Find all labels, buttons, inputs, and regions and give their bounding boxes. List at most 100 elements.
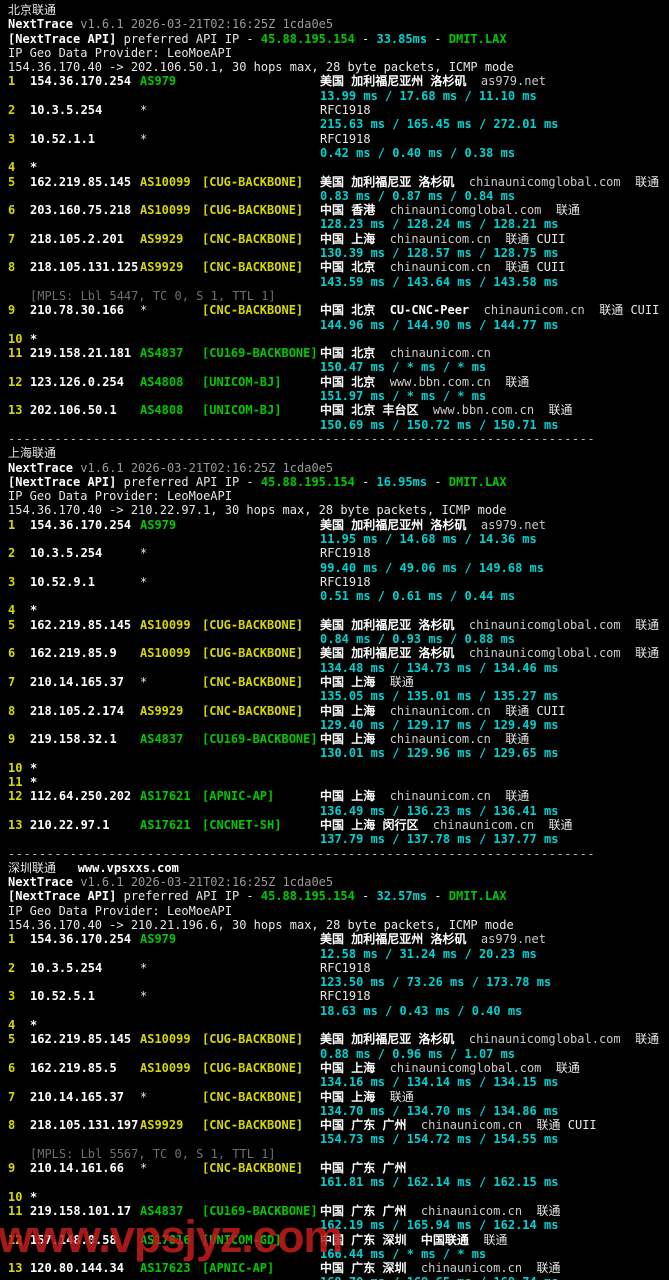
latency-values: 135.05 ms / 135.01 ms / 135.27 ms bbox=[320, 689, 559, 704]
hop-network-tag: [CNC-BACKBONE] bbox=[202, 231, 304, 246]
hop-ip: 162.219.85.5 bbox=[30, 1060, 117, 1075]
hop-latency: 11.95 ms / 14.68 ms / 14.36 ms bbox=[8, 532, 669, 546]
api-ip: 45.88.195.154 bbox=[260, 889, 355, 904]
hop-number: 8 bbox=[8, 260, 16, 275]
hop-latency: 18.63 ms / 0.43 ms / 0.40 ms bbox=[8, 1004, 669, 1018]
hop-row: 8 218.105.131.197 AS9929 [CNC-BACKBONE] 中国 广… bbox=[8, 1118, 669, 1132]
latency-values: 151.97 ms / * ms / * ms bbox=[320, 389, 487, 404]
app-name: NextTrace bbox=[8, 875, 74, 890]
latency-values: 12.58 ms / 31.24 ms / 20.23 ms bbox=[320, 946, 537, 961]
hop-row: 1 154.36.170.254 AS979 美国 加利福尼亚州 洛杉矶 as979.… bbox=[8, 932, 669, 946]
hop-asn: AS10099 bbox=[140, 646, 191, 661]
hop-ip: 10.52.1.1 bbox=[30, 131, 96, 146]
section-title-note: www.vpsxxs.com bbox=[56, 860, 179, 875]
hop-number: 11 bbox=[8, 346, 23, 361]
api-node: DMIT.LAX bbox=[448, 31, 507, 46]
hop-latency: 134.16 ms / 134.14 ms / 134.15 ms bbox=[8, 1075, 669, 1089]
geo-provider-line: IP Geo Data Provider: LeoMoeAPI bbox=[8, 46, 669, 60]
geo-hostname: chinaunicom.cn bbox=[389, 231, 491, 246]
geo-isp: 联通 bbox=[555, 1060, 580, 1075]
hop-asn: AS979 bbox=[140, 517, 177, 532]
hop-row: 12 123.126.0.254 AS4808 [UNICOM-BJ] 中国 北京 ww… bbox=[8, 375, 669, 389]
hop-number: 1 bbox=[8, 74, 16, 89]
mpls-text: [MPLS: Lbl 5447, TC 0, S 1, TTL 1] bbox=[30, 288, 276, 303]
hop-row: 7 218.105.2.201 AS9929 [CNC-BACKBONE] 中国 上海 … bbox=[8, 232, 669, 246]
geo-location: 美国 加利福尼亚 洛杉矶 bbox=[320, 174, 455, 189]
hop-number: 13 bbox=[8, 1261, 23, 1276]
geo-isp: 联通 CUII bbox=[505, 703, 566, 718]
hop-row: 4 * bbox=[8, 603, 669, 617]
hop-ip: * bbox=[30, 760, 38, 775]
geo-isp: RFC1918 bbox=[320, 574, 371, 589]
latency-values: 130.39 ms / 128.57 ms / 128.75 ms bbox=[320, 246, 559, 261]
hop-row: 10 * bbox=[8, 332, 669, 346]
hop-asn: AS9929 bbox=[140, 1118, 184, 1133]
api-label: [NextTrace API] bbox=[8, 474, 117, 489]
api-label: [NextTrace API] bbox=[8, 31, 117, 46]
hop-ip: 210.14.165.37 bbox=[30, 674, 124, 689]
hop-latency: 161.81 ms / 162.14 ms / 162.15 ms bbox=[8, 1175, 669, 1189]
hop-number: 10 bbox=[8, 1189, 23, 1204]
geo-hostname: as979.net bbox=[480, 74, 546, 89]
nexttrace-version-line: NextTrace v1.6.1 2026-03-21T02:16:25Z 1c… bbox=[8, 461, 669, 475]
geo-isp: RFC1918 bbox=[320, 103, 371, 118]
hop-asn: AS979 bbox=[140, 74, 177, 89]
geo-location: CU-CNC-Peer bbox=[389, 303, 470, 318]
hop-row: 6 203.160.75.218 AS10099 [CUG-BACKBONE] 中国 香… bbox=[8, 203, 669, 217]
hop-row: 7 210.14.165.37 * [CNC-BACKBONE] 中国 上海 联通 bbox=[8, 675, 669, 689]
hop-asn: AS9929 bbox=[140, 260, 184, 275]
hop-row: 5 162.219.85.145 AS10099 [CUG-BACKBONE] 美国 加… bbox=[8, 618, 669, 632]
section-separator: ----------------------------------------… bbox=[8, 846, 596, 861]
hop-ip: 162.219.85.9 bbox=[30, 646, 117, 661]
hop-row: 4 * bbox=[8, 160, 669, 174]
hop-latency: 136.49 ms / 136.23 ms / 136.41 ms bbox=[8, 804, 669, 818]
hop-ip: 210.78.30.166 bbox=[30, 303, 124, 318]
hop-network-tag: [CNC-BACKBONE] bbox=[202, 260, 304, 275]
geo-location: 中国 北京 bbox=[320, 303, 376, 318]
latency-values: 123.50 ms / 73.26 ms / 173.78 ms bbox=[320, 975, 552, 990]
latency-values: 11.95 ms / 14.68 ms / 14.36 ms bbox=[320, 531, 537, 546]
latency-values: 144.96 ms / 144.90 ms / 144.77 ms bbox=[320, 317, 559, 332]
hop-ip: 162.219.85.145 bbox=[30, 174, 132, 189]
latency-values: 134.48 ms / 134.73 ms / 134.46 ms bbox=[320, 660, 559, 675]
api-node: DMIT.LAX bbox=[448, 889, 507, 904]
hop-latency: 169.70 ms / 169.65 ms / 169.74 ms bbox=[8, 1275, 669, 1280]
geo-provider-text: IP Geo Data Provider: LeoMoeAPI bbox=[8, 45, 232, 60]
hop-latency: 215.63 ms / 165.45 ms / 272.01 ms bbox=[8, 117, 669, 131]
geo-hostname: chinaunicom.cn bbox=[389, 789, 491, 804]
latency-values: 134.16 ms / 134.14 ms / 134.15 ms bbox=[320, 1075, 559, 1090]
hop-asn: AS9929 bbox=[140, 703, 184, 718]
mpls-text: [MPLS: Lbl 5567, TC 0, S 1, TTL 1] bbox=[30, 1146, 276, 1161]
geo-location: 中国 北京 bbox=[320, 346, 376, 361]
geo-isp: 联通 bbox=[555, 203, 580, 218]
hop-row: 4 * bbox=[8, 1018, 669, 1032]
geo-location: 美国 加利福尼亚州 洛杉矶 bbox=[320, 517, 467, 532]
geo-isp: 联通 CUII bbox=[536, 1118, 597, 1133]
hop-latency: 150.69 ms / 150.72 ms / 150.71 ms bbox=[8, 418, 669, 432]
hop-latency: 137.79 ms / 137.78 ms / 137.77 ms bbox=[8, 832, 669, 846]
geo-isp: 联通 bbox=[389, 674, 414, 689]
hop-number: 4 bbox=[8, 160, 16, 175]
geo-location: 中国联通 bbox=[420, 1232, 469, 1247]
latency-values: 0.51 ms / 0.61 ms / 0.44 ms bbox=[320, 589, 516, 604]
hop-number: 5 bbox=[8, 617, 16, 632]
section-title: 深圳联通 www.vpsxxs.com bbox=[8, 861, 669, 875]
api-latency: 32.57ms bbox=[376, 889, 428, 904]
geo-location: 中国 上海 bbox=[320, 789, 376, 804]
api-latency: 16.95ms bbox=[376, 474, 428, 489]
hop-row: 2 10.3.5.254 * RFC1918 bbox=[8, 961, 669, 975]
geo-location: 中国 广东 广州 bbox=[320, 1161, 407, 1176]
hop-number: 1 bbox=[8, 932, 16, 947]
hop-asn: AS4808 bbox=[140, 374, 184, 389]
hop-latency: 0.88 ms / 0.96 ms / 1.07 ms bbox=[8, 1047, 669, 1061]
geo-location: 中国 上海 闵行区 bbox=[320, 817, 419, 832]
hop-asn: AS10099 bbox=[140, 203, 191, 218]
latency-values: 13.99 ms / 17.68 ms / 11.10 ms bbox=[320, 88, 537, 103]
geo-hostname: chinaunicom.cn bbox=[389, 703, 491, 718]
hop-ip: 218.105.2.174 bbox=[30, 703, 124, 718]
route-line: 154.36.170.40 -> 202.106.50.1, 30 hops m… bbox=[8, 60, 669, 74]
geo-hostname: chinaunicomglobal.com bbox=[468, 1032, 621, 1047]
hop-asn: * bbox=[140, 103, 148, 118]
section-title: 上海联通 bbox=[8, 446, 669, 460]
hop-latency: 144.96 ms / 144.90 ms / 144.77 ms bbox=[8, 318, 669, 332]
